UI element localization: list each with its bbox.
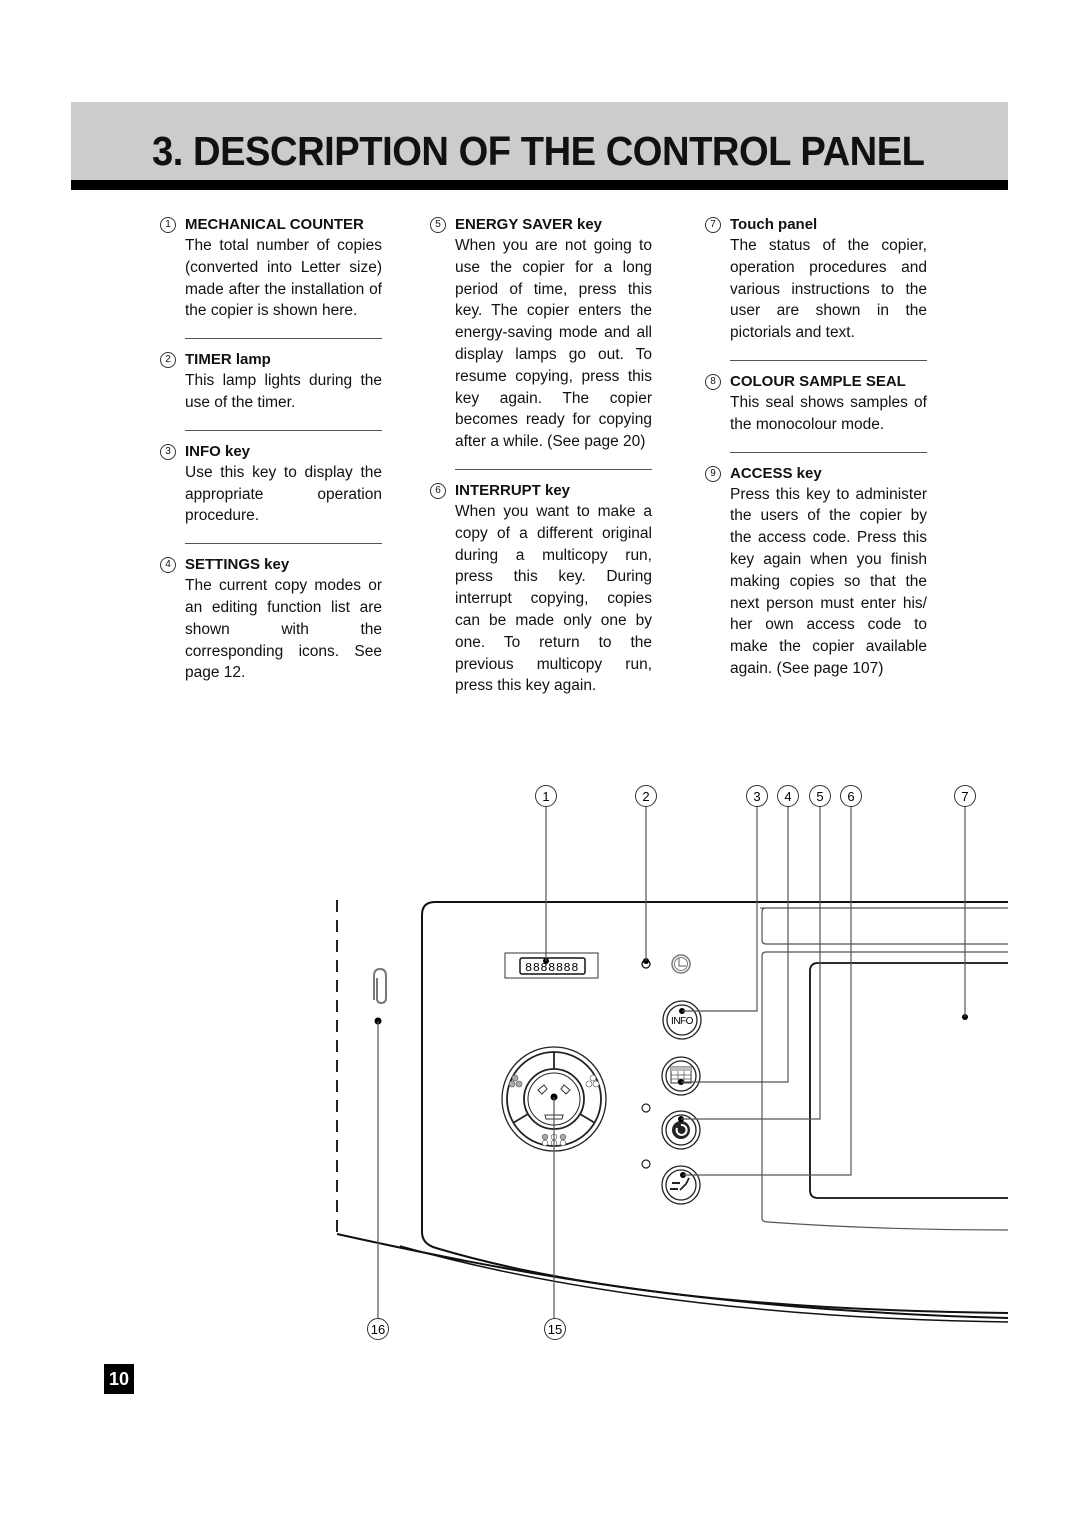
timer-clock-icon <box>671 954 691 974</box>
callout-4: 4 <box>777 785 799 807</box>
callout-1: 1 <box>535 785 557 807</box>
touch-panel-frame <box>761 951 1009 1231</box>
panel-bottom-edge <box>336 1233 1009 1319</box>
info-key-label: INFO <box>671 1016 694 1027</box>
callout-label: 2 <box>642 789 649 804</box>
callout-7: 7 <box>954 785 976 807</box>
callout-label: 3 <box>753 789 760 804</box>
callout-label: 1 <box>542 789 549 804</box>
callout-3: 3 <box>746 785 768 807</box>
callout-6: 6 <box>840 785 862 807</box>
counter-digits: 8888888 <box>525 961 579 975</box>
callout-2: 2 <box>635 785 657 807</box>
interrupt-key-icon[interactable] <box>661 1165 701 1205</box>
energy-saver-lamp <box>641 1103 651 1113</box>
callout-label: 6 <box>847 789 854 804</box>
interrupt-lamp <box>641 1159 651 1169</box>
colour-sample-seal <box>761 907 1008 945</box>
leader-line-5 <box>681 805 821 1120</box>
callout-label: 7 <box>961 789 968 804</box>
callout-16: 16 <box>367 1318 389 1340</box>
callout-label: 15 <box>548 1322 562 1337</box>
callout-5: 5 <box>809 785 831 807</box>
control-panel-diagram: 8888888 INFO 1 2 3 4 5 6 7 16 15 <box>336 785 1009 1340</box>
paperclip-icon <box>373 967 387 1005</box>
callout-label: 4 <box>784 789 791 804</box>
settings-key-icon[interactable] <box>661 1056 701 1096</box>
callout-label: 16 <box>371 1322 385 1337</box>
callout-15: 15 <box>544 1318 566 1340</box>
info-key-icon[interactable]: INFO <box>662 1000 702 1040</box>
page-number: 10 <box>104 1364 134 1394</box>
callout-label: 5 <box>816 789 823 804</box>
touch-panel-screen <box>809 962 1008 1199</box>
leader-line-3 <box>682 805 758 1012</box>
